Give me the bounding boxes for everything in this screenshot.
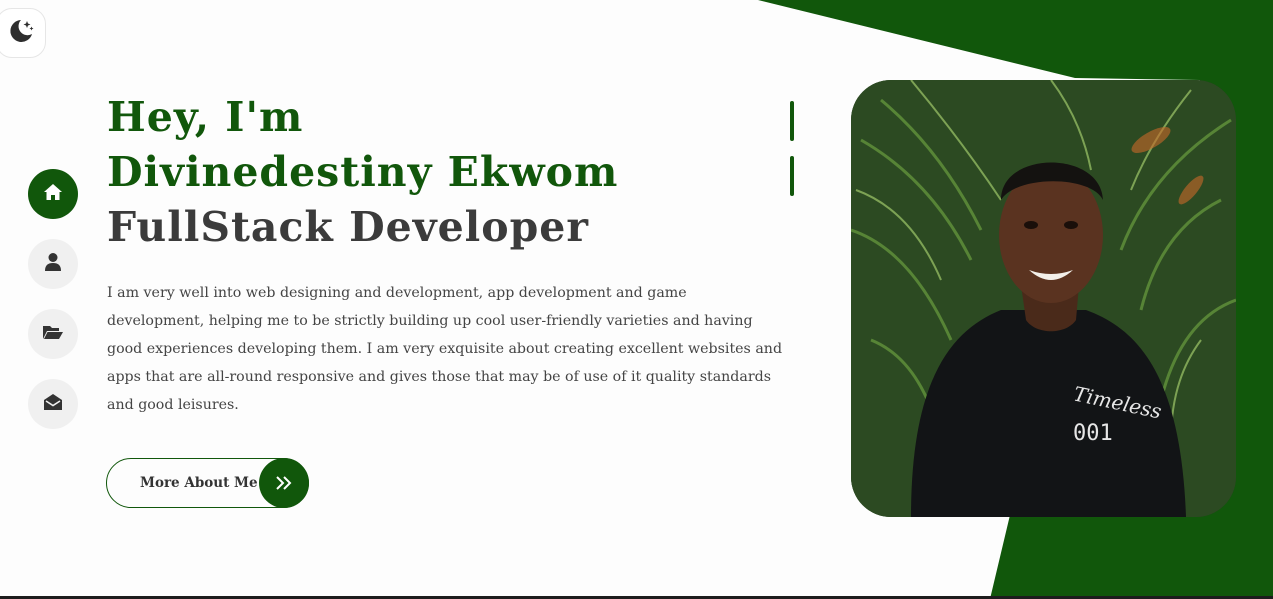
envelope-open-icon [43,393,63,415]
hero-greeting: Hey, I'm [107,93,304,141]
double-chevron-right-icon [259,458,309,508]
nav-contact-button[interactable] [28,379,78,429]
folder-open-icon [42,324,64,344]
home-icon [43,183,63,205]
nav-portfolio-button[interactable] [28,309,78,359]
more-about-me-label: More About Me [140,475,258,491]
nav-home-button[interactable] [28,169,78,219]
hero-headline: Hey, I'm Divinedestiny Ekwom FullStack D… [107,90,618,255]
accent-bar-top [790,101,794,141]
user-icon [44,252,62,276]
shirt-text-line2: 001 [1073,421,1113,446]
profile-photo: Timeless 001 [851,80,1236,517]
accent-bar-bottom [790,156,794,196]
side-navigation [28,169,78,449]
moon-stars-icon [6,16,36,50]
hero-bio: I am very well into web designing and de… [107,285,783,413]
hero-role: FullStack Developer [107,203,589,251]
hero-name: Divinedestiny Ekwom [107,148,619,196]
theme-toggle-button[interactable] [0,8,46,58]
nav-about-button[interactable] [28,239,78,289]
more-about-me-button[interactable]: More About Me [106,458,309,508]
